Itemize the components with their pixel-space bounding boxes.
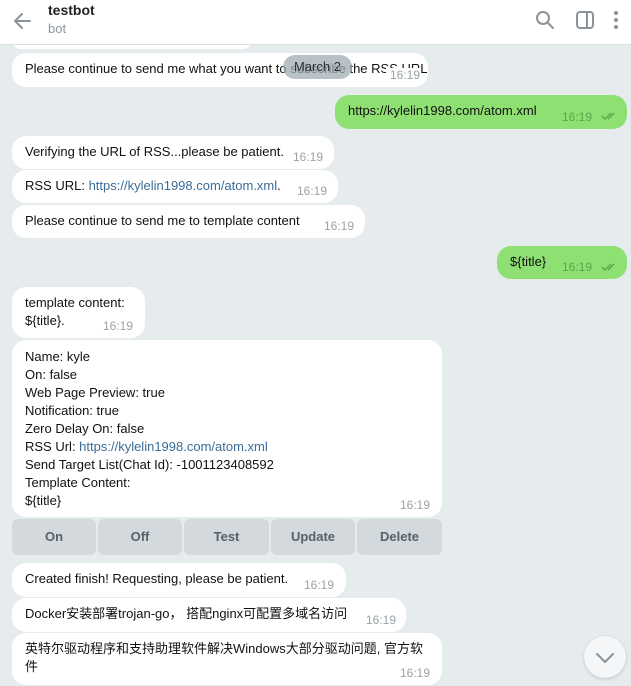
- message-outgoing: https://kylelin1998.com/atom.xml 16:19: [335, 95, 627, 129]
- date-separator: March 2: [283, 55, 352, 79]
- chat-header: testbot bot: [0, 0, 631, 45]
- message-time: 16:19: [293, 150, 324, 164]
- message-text: Verifying the URL of RSS...please be pat…: [25, 144, 284, 159]
- message-text-line2: 件: [25, 659, 39, 674]
- message-time: 16:19: [366, 613, 397, 627]
- message-time: 16:19: [562, 110, 593, 124]
- double-check-icon: [601, 263, 615, 271]
- message-text-line1: template content:: [25, 295, 125, 310]
- message-text-line1: 英特尔驱动程序和支持助理软件解决Windows大部分驱动问题, 官方软: [25, 641, 423, 656]
- chat-title[interactable]: testbot: [48, 2, 95, 18]
- search-icon[interactable]: [534, 9, 556, 31]
- double-check-icon: [601, 112, 615, 120]
- message-incoming: Please continue to send me to template c…: [12, 205, 365, 238]
- message-incoming-settings: Name: kyle On: false Web Page Preview: t…: [12, 340, 442, 517]
- back-arrow-icon[interactable]: [10, 8, 36, 34]
- keyboard-button-test[interactable]: Test: [184, 519, 269, 555]
- chevron-down-icon: [596, 653, 614, 663]
- message-outgoing: ${title} 16:19: [497, 246, 627, 279]
- message-time: 16:19: [386, 68, 421, 82]
- message-time: 16:19: [304, 578, 335, 592]
- message-time: 16:19: [400, 666, 431, 680]
- message-bubble-cutoff: [12, 45, 252, 49]
- setting-zero-delay: Zero Delay On: false: [25, 421, 145, 436]
- message-time: 16:19: [562, 260, 593, 274]
- setting-rss-label: RSS Url:: [25, 439, 80, 454]
- setting-template-label: Template Content:: [25, 475, 131, 490]
- message-incoming: 英特尔驱动程序和支持助理软件解决Windows大部分驱动问题, 官方软 件 16…: [12, 633, 442, 685]
- setting-target: Send Target List(Chat Id): -100112340859…: [25, 457, 274, 472]
- message-incoming: Created finish! Requesting, please be pa…: [12, 563, 346, 597]
- message-text: Please continue to send me to template c…: [25, 213, 300, 228]
- setting-preview: Web Page Preview: true: [25, 385, 165, 400]
- more-vertical-icon[interactable]: [609, 9, 623, 31]
- message-incoming: Docker安装部署trojan-go， 搭配nginx可配置多域名访问 16:…: [12, 598, 406, 632]
- setting-name: Name: kyle: [25, 349, 91, 364]
- message-time: 16:19: [400, 498, 431, 512]
- rss-link[interactable]: https://kylelin1998.com/atom.xml: [89, 178, 278, 193]
- keyboard-button-delete[interactable]: Delete: [357, 519, 442, 555]
- message-text-prefix: RSS URL:: [25, 178, 89, 193]
- rss-link[interactable]: https://kylelin1998.com/atom.xml: [79, 439, 268, 454]
- message-list[interactable]: March 2 Please continue to send me what …: [0, 45, 631, 686]
- setting-on: On: false: [25, 367, 78, 382]
- setting-rss-url: RSS Url: https://kylelin1998.com/atom.xm…: [25, 438, 429, 456]
- message-time: 16:19: [297, 184, 328, 198]
- message-text: RSS URL: https://kylelin1998.com/atom.xm…: [25, 177, 325, 195]
- keyboard-button-update[interactable]: Update: [271, 519, 355, 555]
- sidebar-toggle-icon[interactable]: [574, 9, 596, 31]
- message-incoming: Please continue to send me what you want…: [12, 53, 428, 87]
- setting-notification: Notification: true: [25, 403, 119, 418]
- message-incoming: template content: ${title}. 16:19: [12, 287, 145, 338]
- setting-template-value: ${title}: [25, 493, 62, 508]
- message-time: 16:19: [103, 319, 134, 333]
- keyboard-button-on[interactable]: On: [12, 519, 96, 555]
- message-text: Docker安装部署trojan-go， 搭配nginx可配置多域名访问: [25, 606, 348, 621]
- message-text: Created finish! Requesting, please be pa…: [25, 571, 289, 586]
- message-text: Please continue to send me what you want…: [25, 61, 428, 76]
- chat-subtitle: bot: [48, 21, 67, 36]
- message-incoming: RSS URL: https://kylelin1998.com/atom.xm…: [12, 170, 338, 203]
- message-text-suffix: .: [277, 178, 281, 193]
- scroll-to-bottom-button[interactable]: [584, 636, 626, 678]
- message-time: 16:19: [324, 219, 355, 233]
- keyboard-button-off[interactable]: Off: [98, 519, 182, 555]
- message-incoming: Verifying the URL of RSS...please be pat…: [12, 136, 334, 169]
